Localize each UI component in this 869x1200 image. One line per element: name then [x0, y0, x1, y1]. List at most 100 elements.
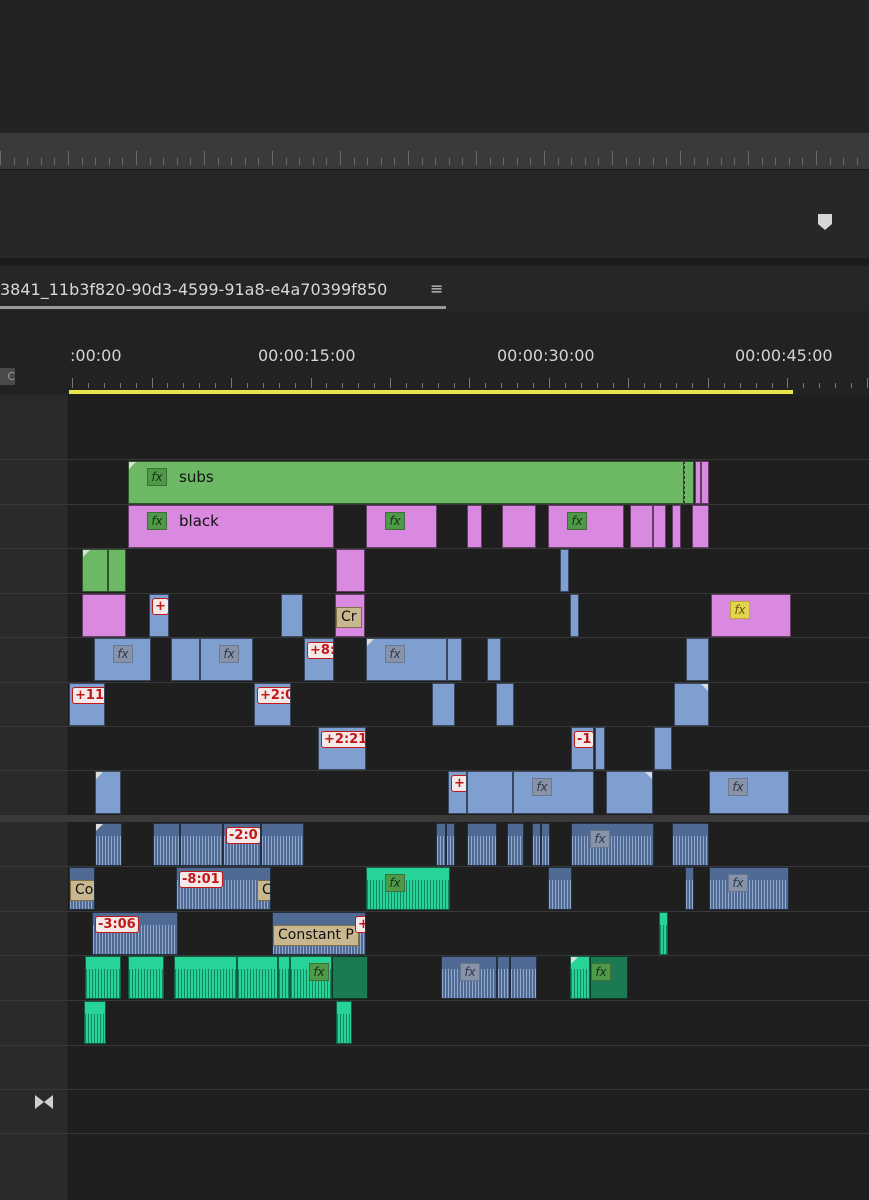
audio-clip[interactable] — [659, 912, 668, 955]
video-clip[interactable] — [108, 549, 126, 592]
video-clip[interactable] — [82, 594, 126, 637]
ruler-tick — [438, 383, 439, 388]
video-clip[interactable] — [692, 505, 709, 548]
video-clip[interactable] — [281, 594, 303, 637]
marker-icon[interactable] — [817, 213, 833, 231]
audio-clip[interactable]: -3:06 — [92, 912, 178, 955]
video-clip[interactable] — [496, 683, 514, 726]
audio-clip[interactable]: -2:0 — [223, 823, 261, 866]
video-clip[interactable] — [674, 683, 709, 726]
video-clip[interactable]: +2:0 — [254, 683, 291, 726]
audio-clip[interactable]: -8:01 C — [176, 867, 271, 910]
audio-clip[interactable]: Constant P + — [272, 912, 366, 955]
audio-clip[interactable]: fx — [709, 867, 789, 910]
video-clip[interactable]: fx — [200, 638, 253, 681]
video-clip[interactable]: -1 — [571, 727, 594, 770]
clip-corner-marker — [571, 957, 578, 964]
video-clip[interactable] — [467, 505, 482, 548]
audio-clip[interactable]: fx — [441, 956, 497, 999]
video-clip-subs[interactable]: fx subs — [128, 461, 684, 504]
video-clip[interactable] — [336, 549, 365, 592]
audio-clip[interactable]: fx — [590, 956, 628, 999]
ruler-tick — [581, 383, 582, 388]
monitor-ruler[interactable] — [0, 133, 869, 169]
audio-clip[interactable]: fx — [571, 823, 654, 866]
audio-clip[interactable] — [95, 823, 122, 866]
audio-clip[interactable] — [510, 956, 537, 999]
audio-clip[interactable] — [467, 823, 497, 866]
audio-clip[interactable] — [85, 956, 121, 999]
bowtie-icon[interactable] — [34, 1094, 54, 1110]
video-clip-black[interactable]: fx black — [128, 505, 334, 548]
video-clip[interactable] — [630, 505, 653, 548]
video-clip[interactable]: fx — [94, 638, 151, 681]
audio-clip[interactable] — [180, 823, 223, 866]
audio-clip[interactable]: fx — [366, 867, 450, 910]
audio-clip[interactable] — [332, 956, 368, 999]
video-clip[interactable] — [487, 638, 501, 681]
audio-clip[interactable] — [278, 956, 290, 999]
video-clip[interactable] — [171, 638, 200, 681]
monitor-scroll-strip[interactable] — [0, 169, 869, 189]
video-clip[interactable] — [684, 461, 694, 504]
panel-divider[interactable] — [0, 258, 869, 266]
video-clip[interactable] — [595, 727, 605, 770]
audio-clip[interactable] — [541, 823, 550, 866]
audio-clip[interactable] — [128, 956, 164, 999]
hamburger-menu-icon[interactable]: ≡ — [430, 280, 446, 298]
audio-clip[interactable] — [548, 867, 572, 910]
video-clip[interactable] — [447, 638, 462, 681]
audio-clip[interactable] — [446, 823, 455, 866]
video-clip[interactable] — [701, 461, 709, 504]
video-clip[interactable]: +2:21 — [318, 727, 366, 770]
audio-waveform — [498, 969, 509, 998]
audio-clip[interactable] — [497, 956, 510, 999]
audio-clip[interactable] — [532, 823, 541, 866]
ruler-tick — [756, 383, 757, 388]
video-clip[interactable]: fx — [711, 594, 791, 637]
work-area-bar[interactable] — [69, 390, 793, 394]
video-clip[interactable] — [432, 683, 455, 726]
audio-clip[interactable] — [672, 823, 709, 866]
audio-waveform — [262, 836, 303, 865]
audio-clip[interactable]: fx — [290, 956, 332, 999]
audio-clip[interactable]: Co — [69, 867, 95, 910]
video-clip[interactable] — [560, 549, 569, 592]
video-clip[interactable]: fx — [513, 771, 594, 814]
video-clip[interactable] — [686, 638, 709, 681]
sequence-tab[interactable]: 3841_11b3f820-90d3-4599-91a8-e4a70399f85… — [0, 280, 387, 299]
video-clip[interactable]: fx — [548, 505, 624, 548]
audio-clip[interactable] — [507, 823, 524, 866]
video-clip[interactable] — [653, 505, 666, 548]
timecode-display-icon[interactable]: C — [0, 368, 15, 385]
audio-clip[interactable] — [685, 867, 694, 910]
audio-clip[interactable] — [237, 956, 278, 999]
video-clip[interactable]: +8: — [304, 638, 334, 681]
ruler-tick — [666, 158, 667, 165]
audio-clip[interactable] — [336, 1001, 352, 1044]
video-clip[interactable]: Cr — [335, 594, 365, 637]
video-clip[interactable] — [82, 549, 108, 592]
video-clip[interactable] — [502, 505, 536, 548]
audio-clip[interactable] — [261, 823, 304, 866]
audio-clip[interactable] — [570, 956, 590, 999]
video-clip[interactable]: fx — [366, 638, 447, 681]
video-clip[interactable] — [654, 727, 672, 770]
video-clip[interactable]: + — [149, 594, 169, 637]
ruler-tick — [88, 383, 89, 388]
video-clip[interactable]: fx — [709, 771, 789, 814]
speed-badge: -8:01 — [179, 871, 223, 888]
audio-clip[interactable] — [153, 823, 180, 866]
audio-clip[interactable] — [174, 956, 237, 999]
video-clip[interactable] — [672, 505, 681, 548]
audio-clip[interactable] — [436, 823, 446, 866]
video-clip[interactable] — [467, 771, 513, 814]
video-clip[interactable] — [570, 594, 579, 637]
video-clip[interactable]: + — [448, 771, 467, 814]
video-clip[interactable] — [606, 771, 653, 814]
video-clip[interactable]: fx — [366, 505, 437, 548]
video-clip[interactable] — [95, 771, 121, 814]
audio-clip[interactable] — [84, 1001, 106, 1044]
video-clip[interactable]: +11 — [69, 683, 105, 726]
video-audio-divider[interactable] — [0, 815, 869, 822]
